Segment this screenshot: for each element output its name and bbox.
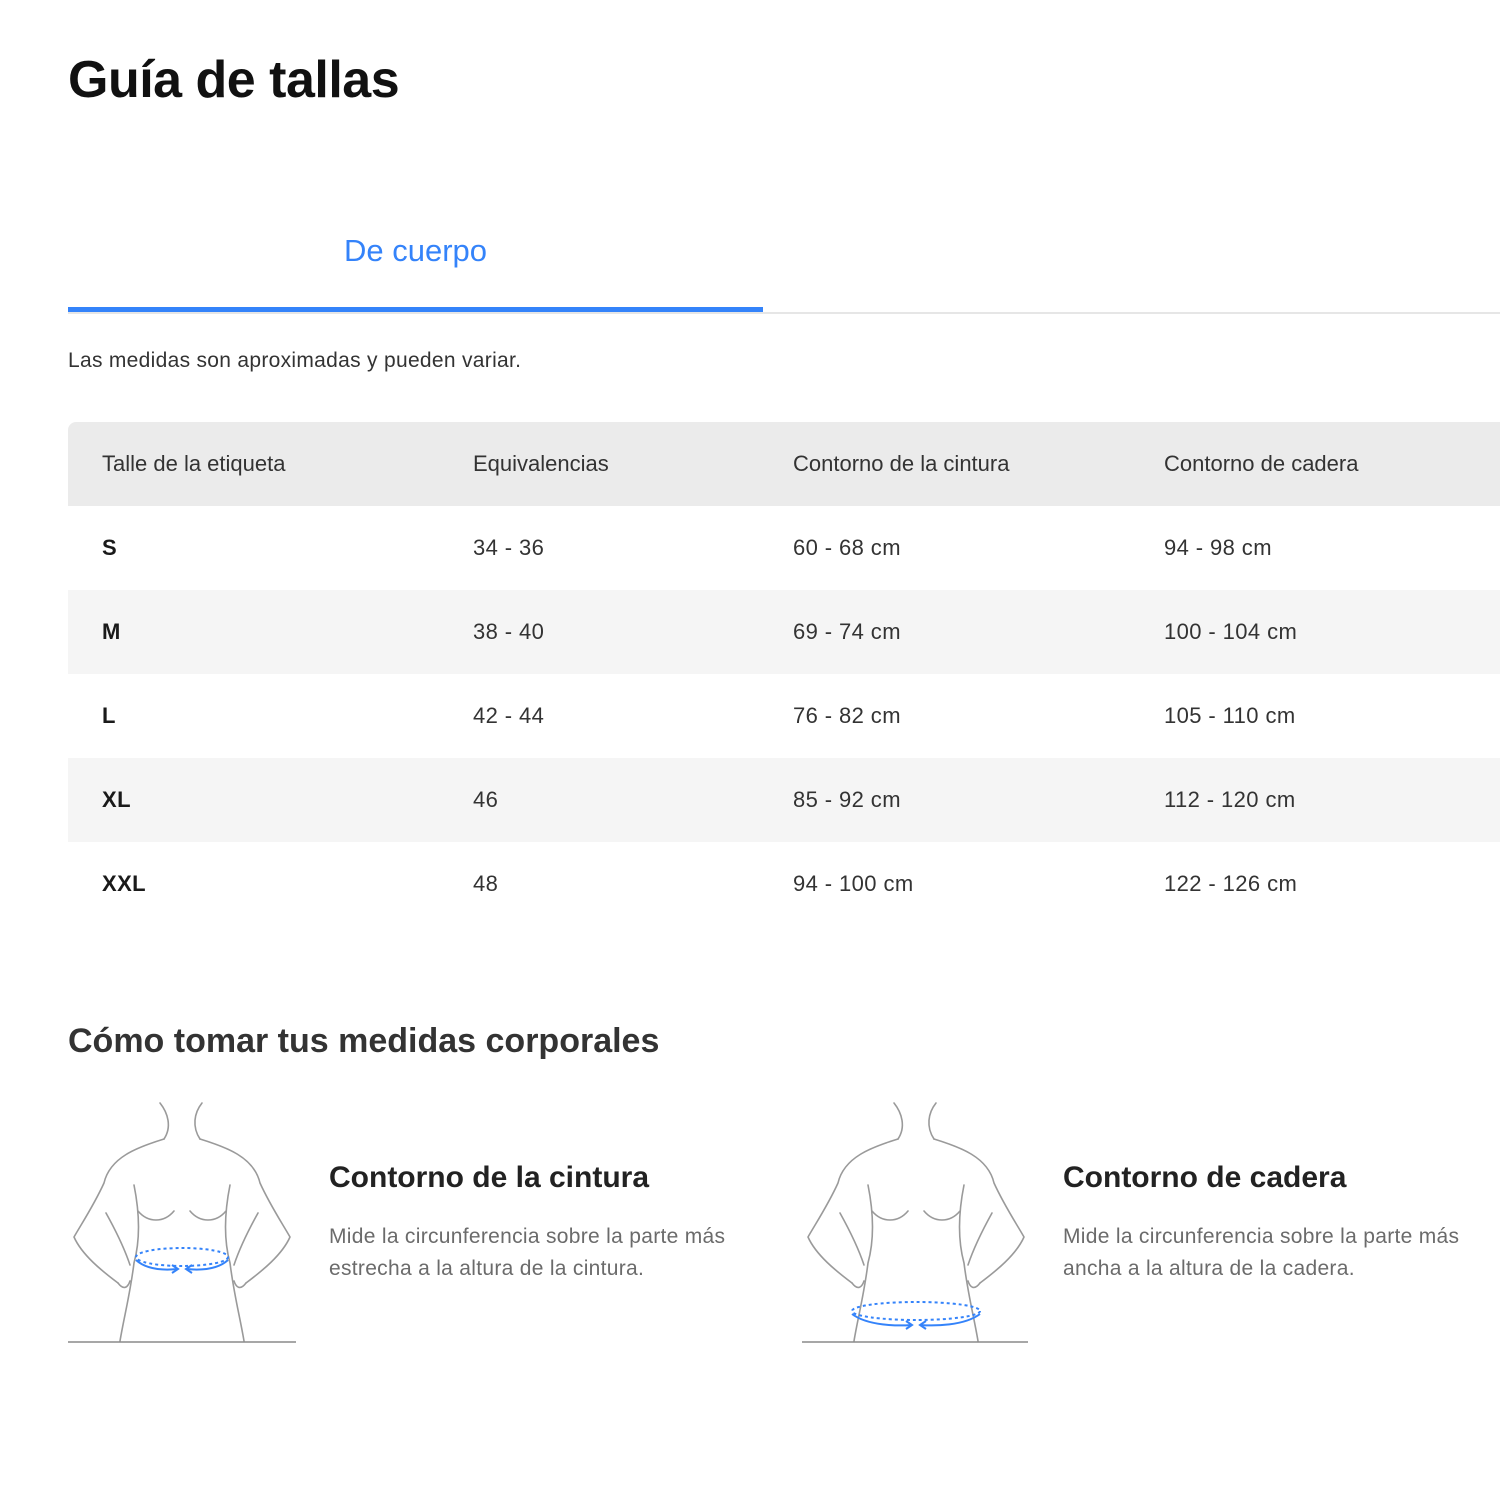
- waist-cell: 85 - 92 cm: [793, 787, 901, 812]
- guide-waist: Contorno de la cintura Mide la circunfer…: [68, 1095, 768, 1355]
- tab-label: De cuerpo: [343, 233, 488, 268]
- size-cell: XXL: [102, 871, 146, 896]
- page-title: Guía de tallas: [68, 51, 400, 109]
- size-cell: XL: [102, 787, 131, 812]
- guide-hip-text: Mide la circunferencia sobre la parte má…: [1063, 1225, 1460, 1280]
- equivalence-cell: 48: [473, 871, 499, 896]
- table-row: XL 46 85 - 92 cm 112 - 120 cm: [68, 758, 1500, 842]
- guide-hip: Contorno de cadera Mide la circunferenci…: [802, 1095, 1500, 1355]
- table-row: XXL 48 94 - 100 cm 122 - 126 cm: [68, 842, 1500, 926]
- hip-cell: 112 - 120 cm: [1164, 787, 1296, 812]
- equivalence-cell: 42 - 44: [473, 703, 545, 728]
- hip-cell: 122 - 126 cm: [1164, 871, 1298, 896]
- table-row: M 38 - 40 69 - 74 cm 100 - 104 cm: [68, 590, 1500, 674]
- guide-waist-title: Contorno de la cintura: [329, 1161, 650, 1194]
- size-table: Talle de la etiqueta Equivalencias Conto…: [68, 422, 1500, 926]
- waist-cell: 60 - 68 cm: [793, 535, 901, 560]
- size-cell: L: [102, 703, 116, 728]
- waist-cell: 69 - 74 cm: [793, 619, 901, 644]
- table-row: L 42 - 44 76 - 82 cm 105 - 110 cm: [68, 674, 1500, 758]
- hip-cell: 94 - 98 cm: [1164, 535, 1272, 560]
- guide-waist-text: Mide la circunferencia sobre la parte má…: [329, 1225, 726, 1280]
- hip-cell: 100 - 104 cm: [1164, 619, 1298, 644]
- section-title: Cómo tomar tus medidas corporales: [68, 1022, 660, 1060]
- waist-cell: 76 - 82 cm: [793, 703, 901, 728]
- guide-hip-title: Contorno de cadera: [1063, 1161, 1347, 1194]
- table-header-row: Talle de la etiqueta Equivalencias Conto…: [68, 422, 1500, 506]
- header-hip: Contorno de cadera: [1164, 451, 1359, 476]
- equivalence-cell: 34 - 36: [473, 535, 545, 560]
- measurements-note: Las medidas son aproximadas y pueden var…: [68, 349, 522, 372]
- header-size-label: Talle de la etiqueta: [102, 451, 286, 476]
- equivalence-cell: 46: [473, 787, 499, 812]
- hip-cell: 105 - 110 cm: [1164, 703, 1296, 728]
- waist-cell: 94 - 100 cm: [793, 871, 914, 896]
- equivalence-cell: 38 - 40: [473, 619, 545, 644]
- table-row: S 34 - 36 60 - 68 cm 94 - 98 cm: [68, 506, 1500, 590]
- waist-measure-icon: [68, 1102, 296, 1343]
- size-cell: M: [102, 619, 121, 644]
- header-equivalences: Equivalencias: [473, 451, 609, 476]
- tab-bar: De cuerpo: [68, 220, 1500, 314]
- hip-measure-icon: [802, 1102, 1028, 1343]
- size-cell: S: [102, 535, 118, 560]
- header-waist: Contorno de la cintura: [793, 451, 1010, 476]
- tab-de-cuerpo[interactable]: De cuerpo: [68, 220, 763, 312]
